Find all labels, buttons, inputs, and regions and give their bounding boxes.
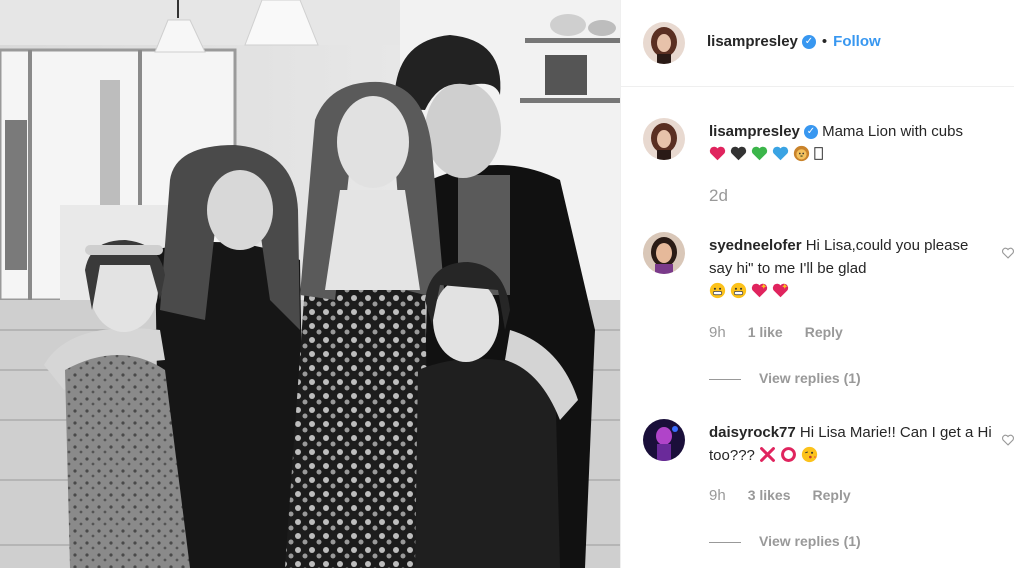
header-author-line: lisampresley ✓ • Follow (707, 33, 881, 50)
view-replies-line (709, 378, 741, 380)
unknown-glyph-icon (814, 147, 823, 160)
comment-emoji-row (759, 444, 822, 467)
cross-mark-icon (760, 447, 775, 462)
view-replies-button[interactable]: View replies (1) (709, 533, 861, 549)
grinning-face-icon (730, 282, 747, 299)
view-replies-label: View replies (1) (759, 370, 861, 386)
reply-button[interactable]: Reply (805, 324, 843, 340)
comment-time[interactable]: 9h (709, 324, 726, 341)
black-heart-icon (730, 146, 747, 161)
comment-time[interactable]: 9h (709, 487, 726, 504)
like-comment-heart-icon[interactable] (1001, 246, 1014, 260)
caption-text: Mama Lion with cubs (822, 123, 963, 140)
commenter-username[interactable]: daisyrock77 (709, 424, 796, 441)
hollow-red-circle-icon (781, 447, 796, 462)
sparkling-heart-icon (772, 283, 789, 298)
reply-button[interactable]: Reply (813, 487, 851, 503)
author-username[interactable]: lisampresley (707, 33, 798, 50)
caption-emoji-row (709, 143, 828, 166)
comment-meta: 9h 1 like Reply (709, 324, 865, 341)
caption-author-username[interactable]: lisampresley (709, 123, 800, 140)
post-header: lisampresley ✓ • Follow (621, 0, 1014, 87)
sparkling-heart-icon (751, 283, 768, 298)
comment-text-block: daisyrock77 Hi Lisa Marie!! Can I get a … (709, 421, 995, 467)
commenter-avatar[interactable] (643, 232, 685, 274)
post-side-panel: lisampresley ✓ • Follow lisampresley ✓ Mama … (620, 0, 1014, 568)
comment-meta: 9h 3 likes Reply (709, 487, 873, 504)
commenter-avatar[interactable] (643, 419, 685, 461)
comment-text-block: syedneelofer Hi Lisa,could you please sa… (709, 234, 995, 303)
author-avatar[interactable] (643, 22, 685, 64)
post-timestamp[interactable]: 2d (709, 186, 728, 206)
post-photo[interactable] (0, 0, 620, 568)
caption-author-avatar[interactable] (643, 118, 685, 160)
blue-heart-icon (772, 146, 789, 161)
caption-text-block: lisampresley ✓ Mama Lion with cubs (709, 120, 995, 166)
comment-likes[interactable]: 3 likes (748, 487, 791, 503)
like-comment-heart-icon[interactable] (1001, 433, 1014, 447)
kissing-face-icon (801, 446, 818, 463)
comment-likes[interactable]: 1 like (748, 324, 783, 340)
view-replies-line (709, 541, 741, 543)
commenter-username[interactable]: syedneelofer (709, 237, 802, 254)
red-heart-icon (709, 146, 726, 161)
lion-face-icon (793, 145, 810, 162)
follow-button[interactable]: Follow (833, 33, 881, 50)
comment-emoji-row (709, 280, 793, 303)
verified-badge-icon: ✓ (803, 125, 818, 140)
green-heart-icon (751, 146, 768, 161)
grinning-face-icon (709, 282, 726, 299)
view-replies-button[interactable]: View replies (1) (709, 370, 861, 386)
separator-dot: • (821, 33, 828, 50)
view-replies-label: View replies (1) (759, 533, 861, 549)
verified-badge-icon: ✓ (801, 35, 816, 50)
